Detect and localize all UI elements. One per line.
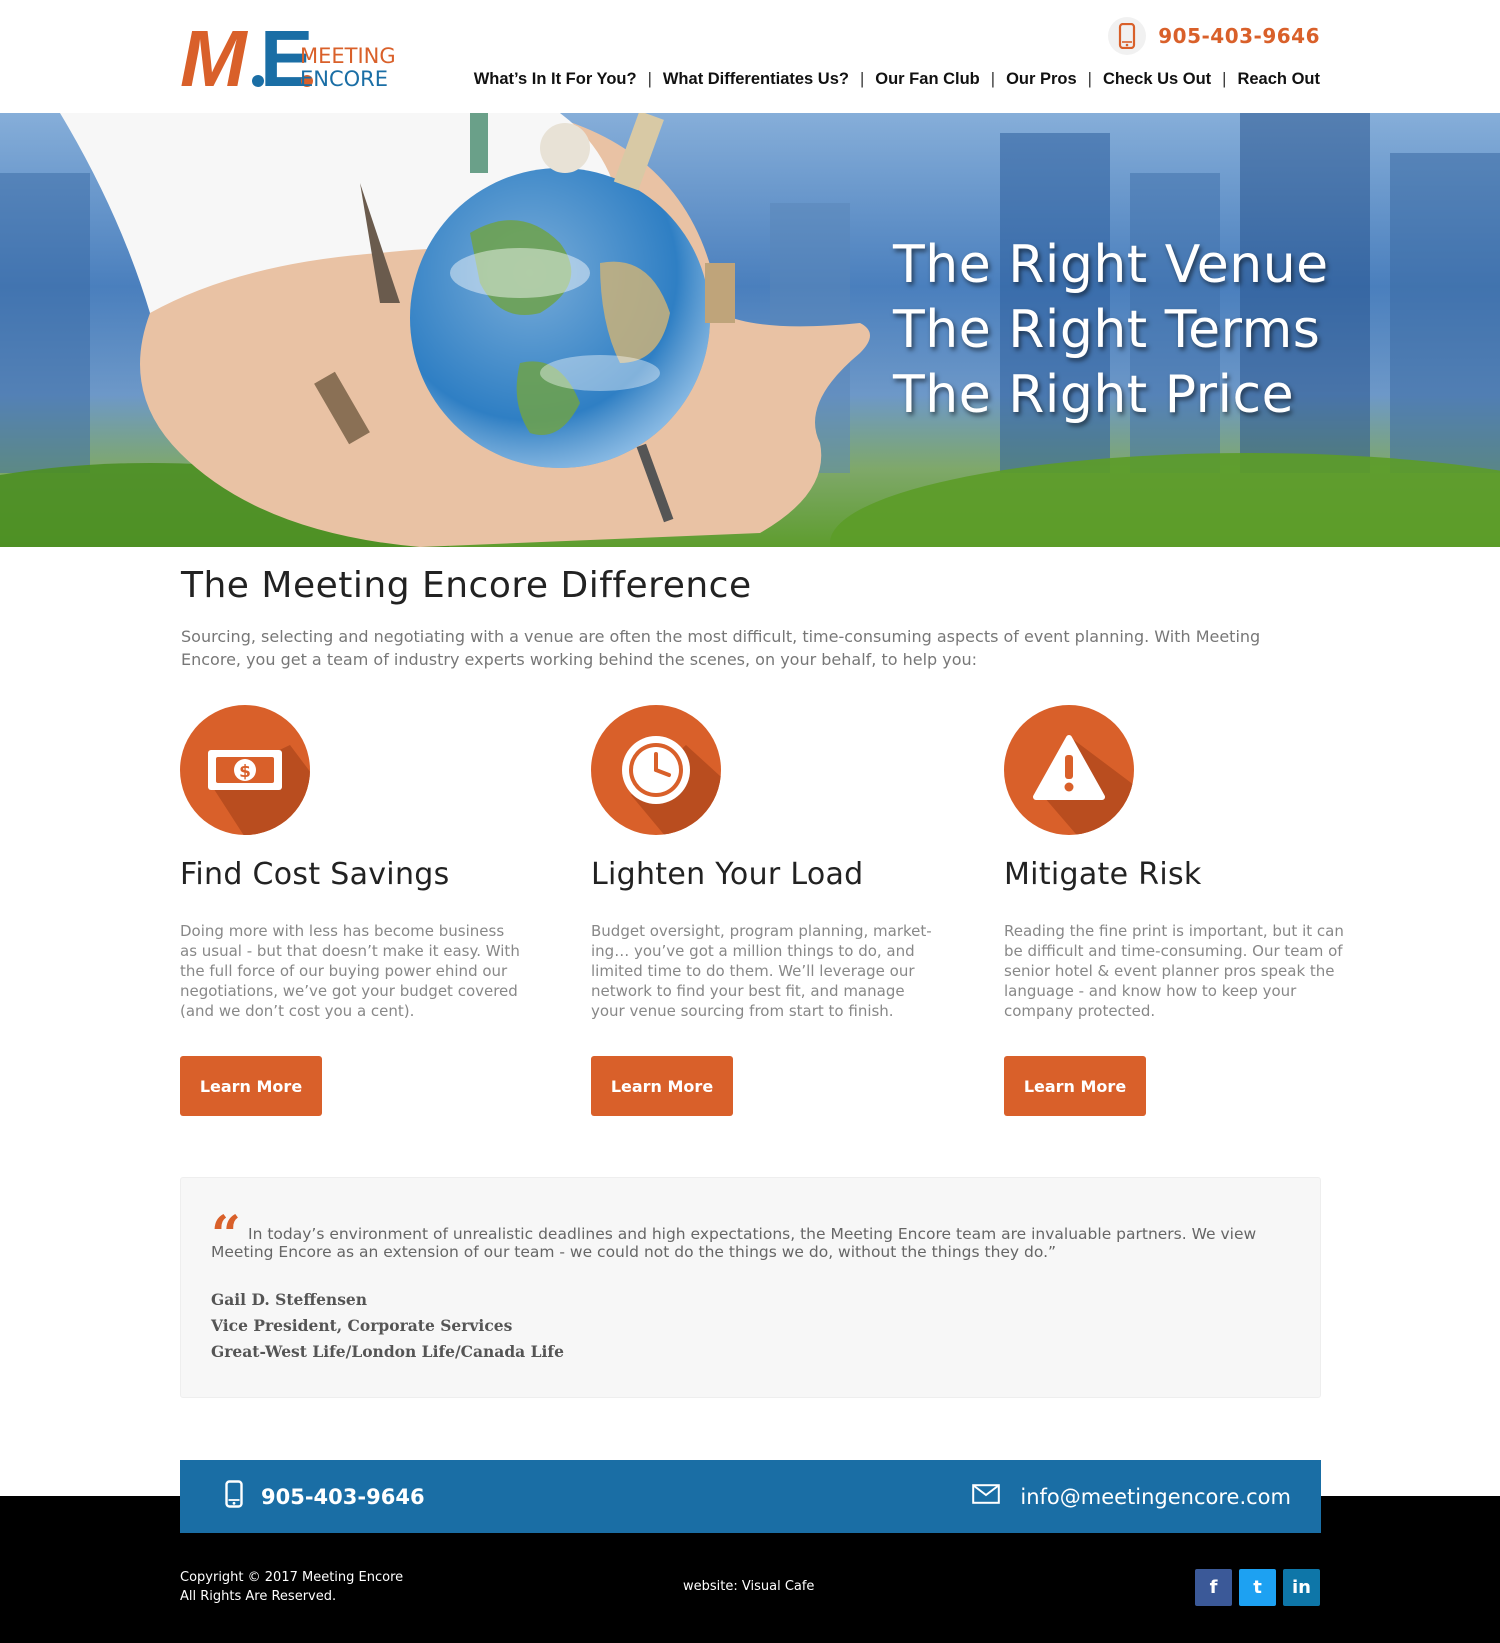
section-intro: Sourcing, selecting and negotiating with…	[181, 627, 1261, 669]
feature-mitigate-risk: Mitigate Risk Reading the fine print is …	[1004, 705, 1364, 1116]
twitter-icon[interactable]: t	[1239, 1569, 1276, 1606]
hero-line-terms: The Right Terms	[893, 300, 1321, 360]
logo-mark: M E MEETING ENCORE	[180, 20, 396, 90]
feature-lighten-load: Lighten Your Load Budget oversight, prog…	[591, 705, 951, 1116]
warning-icon	[1004, 705, 1134, 835]
author-name: Gail D. Steffensen	[211, 1290, 368, 1309]
contact-phone[interactable]: 905-403-9646	[225, 1460, 425, 1533]
feature-title: Mitigate Risk	[1004, 857, 1202, 892]
testimonial: “ In today’s environment of unrealistic …	[180, 1177, 1321, 1398]
logo[interactable]: M E MEETING ENCORE	[180, 20, 410, 90]
contact-phone-number[interactable]: 905-403-9646	[261, 1485, 425, 1509]
mail-icon	[972, 1484, 1001, 1509]
nav-separator: |	[1087, 70, 1092, 88]
contact-bar: 905-403-9646 info@meetingencore.com	[180, 1460, 1321, 1533]
svg-text:$: $	[239, 762, 251, 782]
feature-title: Lighten Your Load	[591, 857, 864, 892]
testimonial-author: Gail D. Steffensen Vice President, Corpo…	[211, 1287, 564, 1365]
nav-separator: |	[859, 70, 865, 88]
clock-icon	[591, 705, 721, 835]
phone-icon	[225, 1480, 243, 1513]
section-title: The Meeting Encore Difference	[181, 565, 752, 606]
nav-separator: |	[1222, 70, 1227, 88]
facebook-icon[interactable]: f	[1195, 1569, 1232, 1606]
copyright-line: Copyright © 2017 Meeting Encore	[180, 1570, 404, 1585]
nav-item-differentiates[interactable]: What Differentiates Us?	[663, 70, 849, 89]
rights-line: All Rights Are Reserved.	[180, 1589, 337, 1604]
social-links: f t in	[1195, 1569, 1320, 1606]
contact-email-address[interactable]: info@meetingencore.com	[1020, 1485, 1291, 1509]
logo-line1: MEETING	[300, 44, 396, 68]
main-nav: What’s In It For You? | What Differentia…	[474, 70, 1320, 89]
hero-line-price: The Right Price	[893, 365, 1295, 425]
feature-cost-savings: $ Find Cost Savings Doing more with less…	[180, 705, 540, 1116]
feature-text: Budget oversight, program planning, mark…	[591, 922, 932, 1020]
learn-more-button[interactable]: Learn More	[1004, 1056, 1146, 1116]
header-phone-number[interactable]: 905-403-9646	[1158, 24, 1320, 48]
hero-line-venue: The Right Venue	[893, 235, 1329, 295]
phone-icon	[1108, 17, 1147, 55]
learn-more-button[interactable]: Learn More	[591, 1056, 733, 1116]
hero-tagline: The Right Venue The Right Terms The Righ…	[893, 233, 1329, 428]
money-icon: $	[180, 705, 310, 835]
feature-text: Doing more with less has become business…	[180, 922, 520, 1020]
copyright: Copyright © 2017 Meeting Encore All Righ…	[180, 1568, 403, 1606]
linkedin-icon[interactable]: in	[1283, 1569, 1320, 1606]
contact-email[interactable]: info@meetingencore.com	[972, 1460, 1291, 1533]
feature-title: Find Cost Savings	[180, 857, 450, 892]
testimonial-quote: In today’s environment of unrealistic de…	[211, 1225, 1257, 1261]
website-credit[interactable]: website: Visual Cafe	[683, 1579, 814, 1594]
feature-text: Reading the fine print is important, but…	[1004, 922, 1344, 1020]
logo-line2: ENCORE	[300, 67, 388, 90]
hero-banner: The Right Venue The Right Terms The Righ…	[0, 113, 1500, 547]
logo-initials-m: M	[180, 20, 249, 90]
nav-separator: |	[647, 70, 652, 88]
nav-separator: |	[990, 70, 996, 88]
nav-item-check-us-out[interactable]: Check Us Out	[1103, 70, 1211, 89]
author-company: Great-West Life/London Life/Canada Life	[211, 1342, 564, 1361]
author-role: Vice President, Corporate Services	[211, 1316, 513, 1335]
header-phone[interactable]: 905-403-9646	[1108, 17, 1320, 55]
nav-item-fan-club[interactable]: Our Fan Club	[875, 70, 980, 89]
nav-item-whats-in-it[interactable]: What’s In It For You?	[474, 70, 637, 89]
learn-more-button[interactable]: Learn More	[180, 1056, 322, 1116]
site-header: M E MEETING ENCORE 905-403-9646 What’s I…	[0, 0, 1500, 113]
nav-item-reach-out[interactable]: Reach Out	[1237, 70, 1320, 89]
nav-item-our-pros[interactable]: Our Pros	[1006, 70, 1077, 89]
